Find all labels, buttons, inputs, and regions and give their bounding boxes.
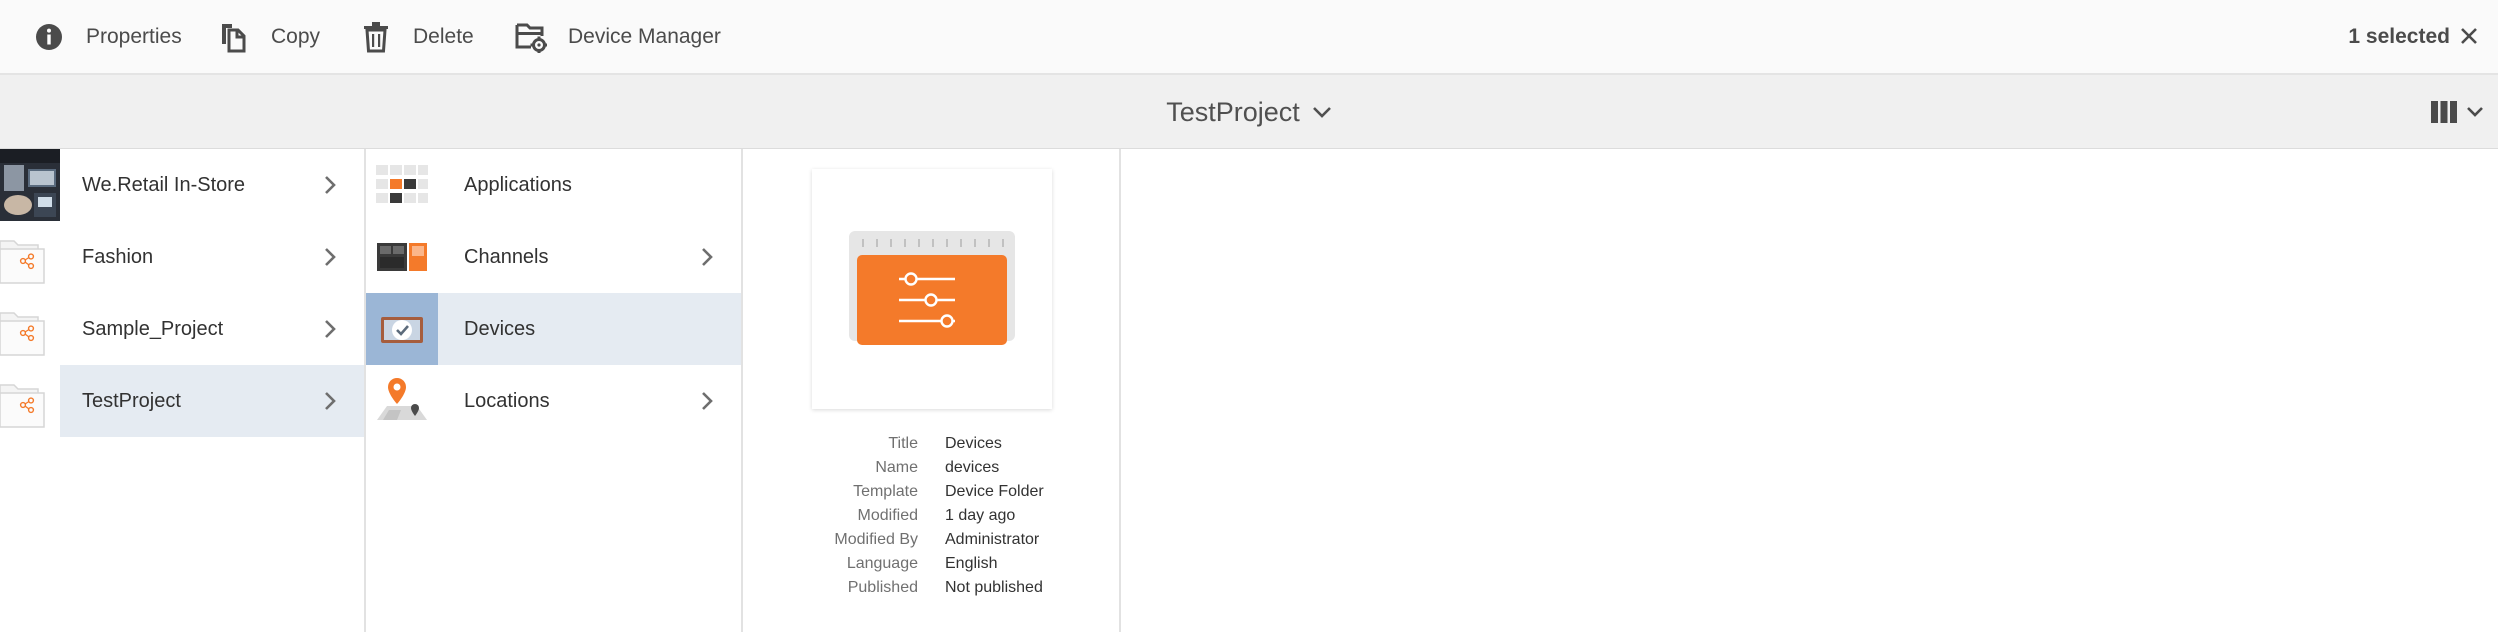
list-item-devices[interactable]: Devices xyxy=(366,293,741,365)
meta-key: Language xyxy=(846,555,918,572)
list-item-label: Locations xyxy=(464,389,550,412)
device-gear-icon xyxy=(514,20,548,54)
list-item-label: Fashion xyxy=(82,245,154,268)
chevron-right-icon xyxy=(325,320,336,338)
chevron-right-icon xyxy=(325,392,336,410)
list-item-label: Applications xyxy=(464,173,572,196)
device-settings-sliders-icon xyxy=(849,231,1015,345)
list-item-we-retail[interactable]: We.Retail In-Store xyxy=(0,149,364,221)
list-item-channels[interactable]: Channels xyxy=(366,221,741,293)
meta-key: Modified By xyxy=(834,531,918,548)
projects-column: We.Retail In-Store Fashion Sample_Projec… xyxy=(0,149,366,632)
copy-label: Copy xyxy=(271,24,321,48)
copy-icon xyxy=(217,20,251,54)
list-item-label: Channels xyxy=(464,245,549,268)
list-item-label: We.Retail In-Store xyxy=(82,173,246,196)
preview-column: Title Devices Name devices Template Devi… xyxy=(743,149,1121,632)
meta-value: devices xyxy=(945,459,1000,476)
chevron-right-icon xyxy=(325,248,336,266)
applications-icon xyxy=(366,149,438,221)
column-view: We.Retail In-Store Fashion Sample_Projec… xyxy=(0,149,2498,632)
list-item-applications[interactable]: Applications xyxy=(366,149,741,221)
meta-value: English xyxy=(945,555,998,572)
action-bar: Properties Copy Delete Device Manager 1 … xyxy=(0,0,2498,75)
folder-share-icon xyxy=(0,221,60,293)
column-view-icon xyxy=(2431,101,2457,123)
list-item-fashion[interactable]: Fashion xyxy=(0,221,364,293)
chevron-right-icon xyxy=(325,176,336,194)
meta-value: Not published xyxy=(945,579,1043,596)
selection-count: 1 selected xyxy=(2348,24,2450,48)
list-item-testproject[interactable]: TestProject xyxy=(0,365,364,437)
chevron-right-icon xyxy=(702,392,713,410)
locations-icon xyxy=(366,365,438,437)
close-icon xyxy=(2461,28,2477,44)
meta-key: Title xyxy=(888,435,918,452)
properties-label: Properties xyxy=(86,24,182,48)
meta-value: 1 day ago xyxy=(945,507,1016,524)
meta-key: Modified xyxy=(857,507,918,524)
chevron-down-icon xyxy=(1312,107,1331,118)
meta-name: Name devices xyxy=(743,456,1121,480)
device-manager-button[interactable]: Device Manager xyxy=(514,0,721,73)
list-item-label: TestProject xyxy=(82,389,181,412)
list-item-locations[interactable]: Locations xyxy=(366,365,741,437)
meta-title: Title Devices xyxy=(743,432,1121,456)
breadcrumb-dropdown[interactable]: TestProject xyxy=(1166,97,1332,128)
delete-button[interactable]: Delete xyxy=(359,0,474,73)
meta-key: Name xyxy=(875,459,918,476)
folder-share-icon xyxy=(0,365,60,437)
meta-value: Device Folder xyxy=(945,483,1044,500)
meta-language: Language English xyxy=(743,552,1121,576)
info-icon xyxy=(32,20,66,54)
device-manager-label: Device Manager xyxy=(568,24,721,48)
photo-thumbnail xyxy=(0,149,60,221)
title-bar: TestProject xyxy=(0,75,2498,149)
meta-modified-by: Modified By Administrator xyxy=(743,528,1121,552)
devices-icon xyxy=(366,293,438,365)
preview-card[interactable] xyxy=(812,169,1052,409)
list-item-sample-project[interactable]: Sample_Project xyxy=(0,293,364,365)
page-title: TestProject xyxy=(1166,96,1300,127)
meta-value: Devices xyxy=(945,435,1002,452)
view-switcher[interactable] xyxy=(2430,95,2484,129)
meta-modified: Modified 1 day ago xyxy=(743,504,1121,528)
meta-template: Template Device Folder xyxy=(743,480,1121,504)
delete-label: Delete xyxy=(413,24,474,48)
chevron-right-icon xyxy=(702,248,713,266)
folders-column: Applications Channels Devices Locations xyxy=(366,149,743,632)
trash-icon xyxy=(359,20,393,54)
channels-icon xyxy=(366,221,438,293)
meta-published: Published Not published xyxy=(743,576,1121,600)
copy-button[interactable]: Copy xyxy=(217,0,320,73)
properties-button[interactable]: Properties xyxy=(32,0,182,73)
list-item-label: Sample_Project xyxy=(82,317,224,340)
meta-key: Published xyxy=(847,579,918,596)
meta-key: Template xyxy=(853,483,918,500)
chevron-down-icon xyxy=(2467,107,2483,117)
metadata-list: Title Devices Name devices Template Devi… xyxy=(743,432,1121,600)
folder-share-icon xyxy=(0,293,60,365)
meta-value: Administrator xyxy=(945,531,1040,548)
close-selection-button[interactable] xyxy=(2452,19,2486,53)
list-item-label: Devices xyxy=(464,317,536,340)
